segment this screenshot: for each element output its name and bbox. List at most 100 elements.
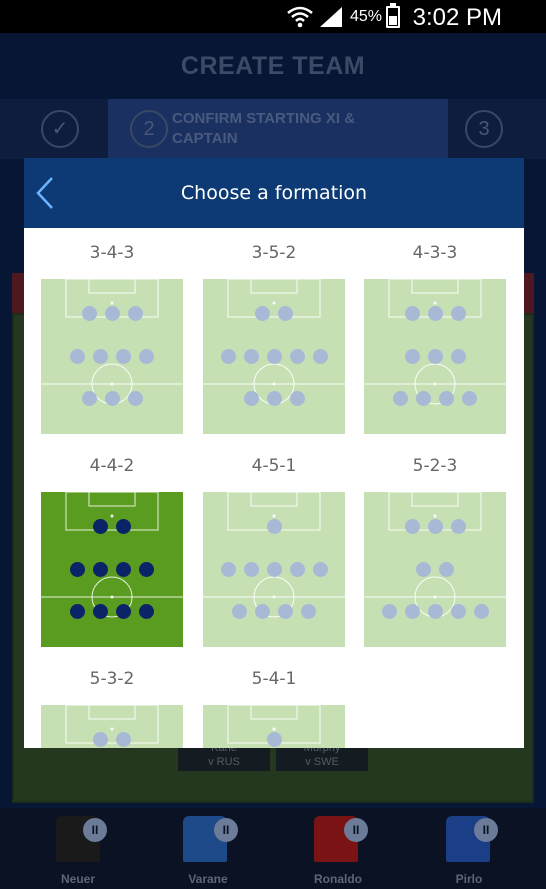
formation-label: 5-4-1 (251, 669, 297, 689)
player-position-dot (404, 348, 420, 364)
player-position-dot (93, 561, 108, 577)
step-progress: ✓ 2 CONFIRM STARTING XI & CAPTAIN 3 (0, 99, 546, 159)
player-position-dot (255, 305, 270, 321)
formation-card-5-4-1[interactable]: 5-4-1 (203, 669, 345, 748)
player-position-dot (93, 731, 108, 747)
player-position-dot (404, 305, 420, 321)
player-position-dot (289, 561, 305, 577)
player-position-dot (243, 348, 259, 364)
player-position-dot (127, 390, 143, 406)
formation-dialog: Choose a formation 3-4-3 3-5-2 4-3-3 4-4-2 4… (24, 158, 524, 748)
player-position-dot (266, 561, 282, 577)
formation-card-4-3-3[interactable]: 4-3-3 (364, 243, 506, 434)
player-position-dot (416, 390, 431, 406)
player-position-dot (70, 561, 85, 577)
player-position-dot (266, 390, 282, 406)
player-position-dot (127, 305, 143, 321)
formation-label: 3-5-2 (251, 243, 297, 263)
step-1-check-icon: ✓ (41, 110, 79, 148)
formation-card-5-2-3[interactable]: 5-2-3 (364, 456, 506, 647)
player-position-dot (116, 731, 131, 747)
page-title: CREATE TEAM (180, 51, 366, 80)
player-position-dot (93, 348, 108, 364)
formation-pitch (41, 705, 183, 748)
status-bar: 45% 3:02 PM (0, 0, 546, 33)
player-name: Varane (188, 872, 228, 886)
formation-label: 4-5-1 (251, 456, 297, 476)
player-position-dot (450, 348, 466, 364)
player-position-dot (266, 348, 282, 364)
player-position-dot (93, 518, 108, 534)
step-2-label: CONFIRM STARTING XI & CAPTAIN (172, 110, 356, 147)
player-position-dot (312, 561, 328, 577)
player-position-dot (139, 348, 154, 364)
player-position-dot (220, 561, 236, 577)
formation-label: 5-3-2 (89, 669, 135, 689)
player-position-dot (81, 390, 97, 406)
battery-percentage: 45% (350, 8, 383, 25)
step-2-number: 2 (130, 110, 168, 148)
player-position-dot (81, 305, 97, 321)
player-position-dot (393, 390, 408, 406)
step-3-number: 3 (465, 110, 503, 148)
pitch-markings (65, 705, 159, 744)
formation-card-5-3-2[interactable]: 5-3-2 (41, 669, 183, 748)
player-position-dot (381, 603, 397, 619)
formation-label: 3-4-3 (89, 243, 135, 263)
player-position-dot (139, 561, 154, 577)
app-header: CREATE TEAM (0, 33, 546, 99)
back-chevron-icon[interactable] (32, 174, 66, 212)
formation-card-3-5-2[interactable]: 3-5-2 (203, 243, 345, 434)
player-position-dot (104, 305, 120, 321)
formation-pitch (364, 492, 506, 647)
player-position-dot (312, 348, 328, 364)
formation-pitch (41, 492, 183, 647)
player-position-dot (427, 305, 443, 321)
player-position-dot (255, 603, 270, 619)
player-position-dot (220, 348, 236, 364)
formation-card-4-4-2[interactable]: 4-4-2 (41, 456, 183, 647)
player-position-dot (404, 603, 420, 619)
player-position-dot (450, 518, 466, 534)
formation-card-4-5-1[interactable]: 4-5-1 (203, 456, 345, 647)
player-position-dot (70, 348, 85, 364)
player-position-dot (116, 518, 131, 534)
formation-pitch (203, 279, 345, 434)
player-position-dot (450, 603, 466, 619)
player-position-dot (427, 603, 443, 619)
player-position-dot (439, 390, 454, 406)
dialog-title: Choose a formation (180, 182, 368, 204)
dialog-header: Choose a formation (24, 158, 524, 228)
player-position-dot (278, 603, 293, 619)
player-chip-fixture: v SWE (305, 756, 339, 768)
player-position-dot (232, 603, 247, 619)
formation-label: 4-4-2 (89, 456, 135, 476)
formation-pitch (203, 492, 345, 647)
formation-grid: 3-4-3 3-5-2 4-3-3 4-4-2 4-5-1 5-2-3 5-3-2 5-4-1 (24, 228, 524, 748)
player-name: Pirlo (455, 872, 483, 886)
signal-icon (320, 7, 342, 27)
player-position-dot (266, 518, 282, 534)
bench-players: II Neuer II Varane II Ronaldo II Pirlo (0, 808, 546, 889)
player-position-dot (404, 518, 420, 534)
pause-badge: II (214, 818, 238, 842)
battery-icon (386, 3, 400, 28)
player-position-dot (427, 518, 443, 534)
formation-label: 4-3-3 (412, 243, 458, 263)
player-position-dot (93, 603, 108, 619)
pause-badge: II (83, 818, 107, 842)
player-position-dot (70, 603, 85, 619)
pitch-markings (41, 279, 183, 405)
formation-label: 5-2-3 (412, 456, 458, 476)
clock-time: 3:02 PM (412, 4, 502, 31)
player-position-dot (266, 731, 282, 747)
player-position-dot (301, 603, 316, 619)
player-position-dot (416, 561, 431, 577)
player-position-dot (116, 603, 131, 619)
formation-card-3-4-3[interactable]: 3-4-3 (41, 243, 183, 434)
player-position-dot (139, 603, 154, 619)
formation-pitch (41, 279, 183, 434)
player-position-dot (278, 305, 293, 321)
player-position-dot (104, 390, 120, 406)
formation-pitch (364, 279, 506, 434)
